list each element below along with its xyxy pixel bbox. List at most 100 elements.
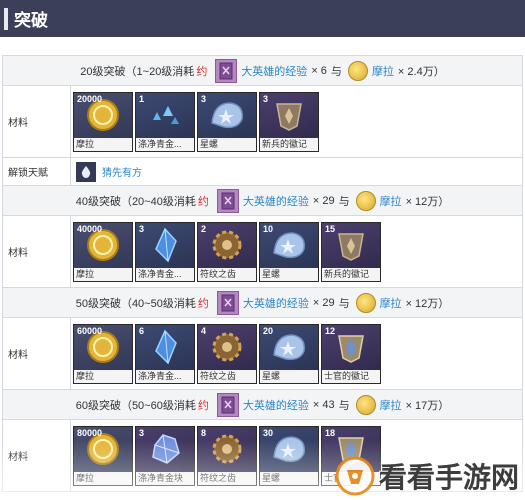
material-item-starconch[interactable]: 10 星螺	[259, 221, 319, 282]
material-item-starconch[interactable]: 3 星螺	[197, 91, 257, 152]
hero-exp-book-icon	[215, 58, 238, 83]
title-accent-bar	[4, 7, 8, 30]
exp-quantity: × 29	[312, 296, 335, 309]
material-item-crystal[interactable]: 3 涤净青金...	[135, 221, 195, 282]
gear-tooth-icon	[198, 325, 256, 370]
material-item-crystal[interactable]: 6 涤净青金...	[135, 323, 195, 384]
material-item-mora[interactable]: 60000 摩拉	[73, 323, 133, 384]
material-name: 摩拉	[74, 137, 132, 151]
mora-icon	[347, 60, 368, 81]
exp-quantity: × 43	[312, 398, 335, 411]
material-count: 10	[263, 223, 274, 234]
hero-exp-link[interactable]: 大英雄的经验	[243, 295, 309, 311]
ascension-table: 20级突破（1~20级消耗 约 大英雄的经验 × 6 与 摩拉 × 2.4万） …	[2, 55, 523, 492]
ascension-level-text: 60级突破（50~60级消耗	[75, 399, 196, 412]
material-item-crystal[interactable]: 1 涤净青金...	[135, 91, 195, 152]
material-count: 1	[139, 93, 145, 104]
insignia-icon	[260, 93, 318, 138]
hero-exp-link[interactable]: 大英雄的经验	[243, 193, 309, 209]
material-count: 20000	[77, 93, 103, 104]
ascension-header: 50级突破（40~50级消耗 约 大英雄的经验 × 29 与 摩拉 × 12万）	[2, 288, 523, 318]
watermark-logo-icon	[335, 456, 375, 496]
exp-quantity: × 29	[312, 194, 335, 207]
material-name: 符纹之齿	[198, 267, 256, 281]
materials-label: 材料	[3, 318, 71, 389]
mora-link[interactable]: 摩拉	[380, 193, 402, 209]
material-item-insignia[interactable]: 15 新兵的徽记	[321, 221, 381, 282]
unlock-talent-label: 解锁天赋	[3, 158, 71, 185]
material-count: 20	[263, 325, 274, 336]
materials-row: 材料 60000 摩拉 6 涤净青金... 4 符纹之齿 20 星螺 12 士官…	[2, 318, 523, 390]
material-count: 40000	[77, 223, 103, 234]
mora-quantity: × 12万）	[405, 297, 450, 310]
ascension-level-text: 40级突破（20~40级消耗	[75, 195, 196, 208]
material-item-mora[interactable]: 20000 摩拉	[73, 91, 133, 152]
connector-text: 与	[338, 297, 350, 310]
hero-exp-link[interactable]: 大英雄的经验	[243, 397, 309, 413]
ascension-header: 20级突破（1~20级消耗 约 大英雄的经验 × 6 与 摩拉 × 2.4万）	[2, 56, 523, 86]
material-count: 12	[325, 325, 336, 336]
material-item-crystal-chunk[interactable]: 3 涤净青金块	[135, 425, 195, 486]
material-item-mora[interactable]: 40000 摩拉	[73, 221, 133, 282]
mora-quantity: × 2.4万）	[397, 65, 445, 78]
page-title-bar: 突破	[0, 0, 525, 37]
material-item-mora[interactable]: 80000 摩拉	[73, 425, 133, 486]
material-item-rune-tooth[interactable]: 2 符纹之齿	[197, 221, 257, 282]
material-item-insignia[interactable]: 3 新兵的徽记	[259, 91, 319, 152]
material-item-starconch[interactable]: 20 星螺	[259, 323, 319, 384]
material-name: 摩拉	[74, 369, 132, 383]
material-name: 符纹之齿	[198, 471, 256, 485]
material-count: 80000	[77, 427, 103, 438]
exp-quantity: × 6	[311, 64, 327, 77]
crystal-chunk-icon	[136, 427, 194, 472]
ascension-level-text: 20级突破（1~20级消耗	[80, 65, 195, 78]
material-name: 摩拉	[74, 267, 132, 281]
material-count: 60000	[77, 325, 103, 336]
material-name: 星螺	[198, 137, 256, 151]
material-name: 符纹之齿	[198, 369, 256, 383]
material-count: 2	[201, 223, 207, 234]
mora-icon	[355, 190, 376, 211]
material-name: 涤净青金...	[136, 137, 194, 151]
crystal-shards-icon	[136, 93, 194, 138]
material-item-starconch[interactable]: 30 星螺	[259, 425, 319, 486]
material-name: 星螺	[260, 471, 318, 485]
material-item-rune-tooth[interactable]: 4 符纹之齿	[197, 323, 257, 384]
material-name: 涤净青金...	[136, 369, 194, 383]
connector-text: 与	[338, 195, 350, 208]
material-item-rune-tooth[interactable]: 8 符纹之齿	[197, 425, 257, 486]
mora-link[interactable]: 摩拉	[380, 295, 402, 311]
hero-exp-book-icon	[216, 392, 239, 417]
mora-quantity: × 17万）	[405, 399, 450, 412]
material-item-insignia[interactable]: 12 士官的徽记	[321, 323, 381, 384]
material-count: 18	[325, 427, 336, 438]
approx-marker: 约	[196, 65, 208, 78]
site-watermark: 看看手游网	[335, 456, 519, 496]
material-name: 星螺	[260, 369, 318, 383]
approx-marker: 约	[197, 195, 209, 208]
material-name: 涤净青金块	[136, 471, 194, 485]
watermark-text: 看看手游网	[378, 461, 519, 494]
material-name: 摩拉	[74, 471, 132, 485]
connector-text: 与	[330, 65, 342, 78]
material-count: 6	[139, 325, 145, 336]
water-drop-icon	[76, 161, 96, 182]
materials-label: 材料	[3, 420, 71, 491]
hero-exp-link[interactable]: 大英雄的经验	[241, 63, 307, 79]
page-title: 突破	[14, 11, 48, 31]
gear-tooth-icon	[198, 427, 256, 472]
approx-marker: 约	[197, 297, 209, 310]
hero-exp-book-icon	[216, 188, 239, 213]
mora-quantity: × 12万）	[405, 195, 450, 208]
mora-link[interactable]: 摩拉	[380, 397, 402, 413]
mora-icon	[355, 292, 376, 313]
ascension-level-text: 50级突破（40~50级消耗	[75, 297, 196, 310]
talent-link[interactable]: 猜先有方	[102, 164, 142, 179]
material-count: 8	[201, 427, 207, 438]
ascension-header: 40级突破（20~40级消耗 约 大英雄的经验 × 29 与 摩拉 × 12万）	[2, 186, 523, 216]
material-count: 30	[263, 427, 274, 438]
material-name: 新兵的徽记	[260, 137, 318, 151]
unlock-talent-row: 解锁天赋 猜先有方	[2, 158, 523, 186]
mora-link[interactable]: 摩拉	[372, 63, 394, 79]
material-count: 3	[201, 93, 207, 104]
